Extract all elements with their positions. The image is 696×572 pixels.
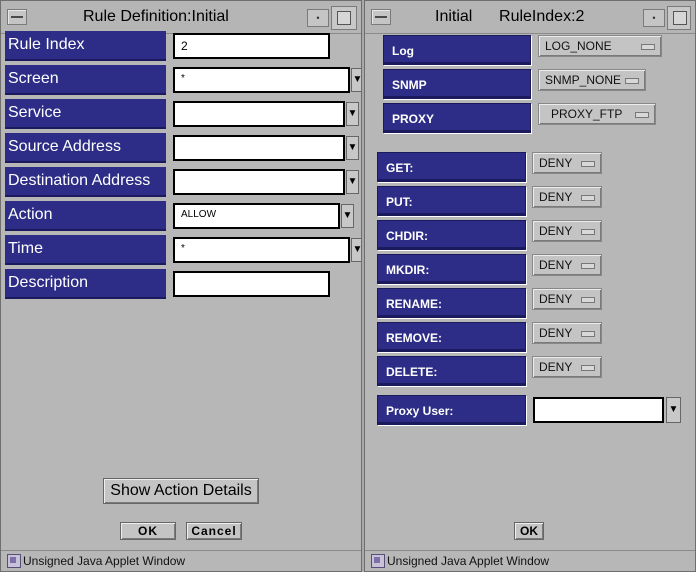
description-input[interactable] bbox=[173, 271, 330, 297]
rule-index-window: Initial RuleIndex:2 • Log LOG_NONE SNMP … bbox=[364, 0, 696, 572]
status-text: Unsigned Java Applet Window bbox=[387, 554, 550, 568]
label-source-address: Source Address bbox=[5, 133, 166, 163]
rename-option-menu[interactable]: DENY bbox=[532, 288, 602, 310]
put-option-menu[interactable]: DENY bbox=[532, 186, 602, 208]
window-title: Rule Definition:Initial bbox=[83, 8, 229, 25]
time-input[interactable]: * bbox=[173, 237, 350, 263]
action-input[interactable]: ALLOW bbox=[173, 203, 340, 229]
label-rule-index: Rule Index bbox=[5, 31, 166, 61]
mkdir-option-value: DENY bbox=[539, 258, 573, 272]
get-option-menu[interactable]: DENY bbox=[532, 152, 602, 174]
chdir-option-menu[interactable]: DENY bbox=[532, 220, 602, 242]
log-label: Log bbox=[383, 35, 531, 65]
chdir-option-value: DENY bbox=[539, 224, 573, 238]
option-menu-indicator-icon bbox=[635, 112, 649, 118]
title-bar[interactable]: Rule Definition:Initial • bbox=[1, 1, 361, 34]
minimize-icon[interactable]: • bbox=[643, 9, 665, 27]
option-menu-indicator-icon bbox=[581, 365, 595, 371]
mkdir-option-menu[interactable]: DENY bbox=[532, 254, 602, 276]
proxy-label: PROXY bbox=[383, 103, 531, 133]
rename-option-value: DENY bbox=[539, 292, 573, 306]
window-menu-icon[interactable] bbox=[7, 9, 27, 25]
action-dropdown-icon[interactable]: ▼ bbox=[341, 204, 354, 228]
ok-button[interactable]: OK bbox=[120, 522, 176, 540]
remove-option-value: DENY bbox=[539, 326, 573, 340]
service-input[interactable] bbox=[173, 101, 345, 127]
option-menu-indicator-icon bbox=[581, 195, 595, 201]
java-applet-icon bbox=[7, 554, 21, 568]
remove-option-menu[interactable]: DENY bbox=[532, 322, 602, 344]
status-bar: Unsigned Java Applet Window bbox=[365, 550, 695, 571]
status-text: Unsigned Java Applet Window bbox=[23, 554, 186, 568]
service-dropdown-icon[interactable]: ▼ bbox=[346, 102, 359, 126]
minimize-icon[interactable]: • bbox=[307, 9, 329, 27]
source-address-dropdown-icon[interactable]: ▼ bbox=[346, 136, 359, 160]
put-label: PUT: bbox=[377, 186, 526, 216]
delete-option-menu[interactable]: DENY bbox=[532, 356, 602, 378]
maximize-icon[interactable] bbox=[331, 6, 357, 30]
rule-definition-window: Rule Definition:Initial • Rule Index Scr… bbox=[0, 0, 362, 572]
snmp-label: SNMP bbox=[383, 69, 531, 99]
put-option-value: DENY bbox=[539, 190, 573, 204]
rename-label: RENAME: bbox=[377, 288, 526, 318]
proxy-user-label: Proxy User: bbox=[377, 395, 526, 425]
mkdir-label: MKDIR: bbox=[377, 254, 526, 284]
label-time: Time bbox=[5, 235, 166, 265]
screen-dropdown-icon[interactable]: ▼ bbox=[351, 68, 361, 92]
java-applet-icon bbox=[371, 554, 385, 568]
ok-button[interactable]: OK bbox=[514, 522, 544, 540]
screen-input[interactable]: * bbox=[173, 67, 350, 93]
proxy-user-dropdown-icon[interactable]: ▼ bbox=[666, 397, 681, 423]
get-option-value: DENY bbox=[539, 156, 573, 170]
option-menu-indicator-icon bbox=[581, 331, 595, 337]
label-screen: Screen bbox=[5, 65, 166, 95]
source-address-input[interactable] bbox=[173, 135, 345, 161]
snmp-option-menu[interactable]: SNMP_NONE bbox=[538, 69, 646, 91]
option-menu-indicator-icon bbox=[625, 78, 639, 84]
log-option-value: LOG_NONE bbox=[545, 39, 612, 53]
label-destination-address: Destination Address bbox=[5, 167, 166, 197]
remove-label: REMOVE: bbox=[377, 322, 526, 352]
maximize-icon[interactable] bbox=[667, 6, 691, 30]
option-menu-indicator-icon bbox=[581, 297, 595, 303]
proxy-option-menu[interactable]: PROXY_FTP bbox=[538, 103, 656, 125]
option-menu-indicator-icon bbox=[581, 263, 595, 269]
get-label: GET: bbox=[377, 152, 526, 182]
option-menu-indicator-icon bbox=[581, 229, 595, 235]
log-option-menu[interactable]: LOG_NONE bbox=[538, 35, 662, 57]
option-menu-indicator-icon bbox=[581, 161, 595, 167]
label-action: Action bbox=[5, 201, 166, 231]
proxy-user-input[interactable] bbox=[533, 397, 664, 423]
delete-label: DELETE: bbox=[377, 356, 526, 386]
chdir-label: CHDIR: bbox=[377, 220, 526, 250]
proxy-option-value: PROXY_FTP bbox=[551, 107, 623, 121]
show-action-details-button[interactable]: Show Action Details bbox=[103, 478, 259, 504]
window-menu-icon[interactable] bbox=[371, 9, 391, 25]
window-title: Initial RuleIndex:2 bbox=[435, 8, 585, 25]
cancel-button[interactable]: Cancel bbox=[186, 522, 242, 540]
destination-address-input[interactable] bbox=[173, 169, 345, 195]
destination-address-dropdown-icon[interactable]: ▼ bbox=[346, 170, 359, 194]
option-menu-indicator-icon bbox=[641, 44, 655, 50]
snmp-option-value: SNMP_NONE bbox=[545, 73, 622, 87]
label-service: Service bbox=[5, 99, 166, 129]
title-bar[interactable]: Initial RuleIndex:2 • bbox=[365, 1, 695, 34]
rule-index-input[interactable]: 2 bbox=[173, 33, 330, 59]
delete-option-value: DENY bbox=[539, 360, 573, 374]
time-dropdown-icon[interactable]: ▼ bbox=[351, 238, 361, 262]
status-bar: Unsigned Java Applet Window bbox=[1, 550, 361, 571]
label-description: Description bbox=[5, 269, 166, 299]
